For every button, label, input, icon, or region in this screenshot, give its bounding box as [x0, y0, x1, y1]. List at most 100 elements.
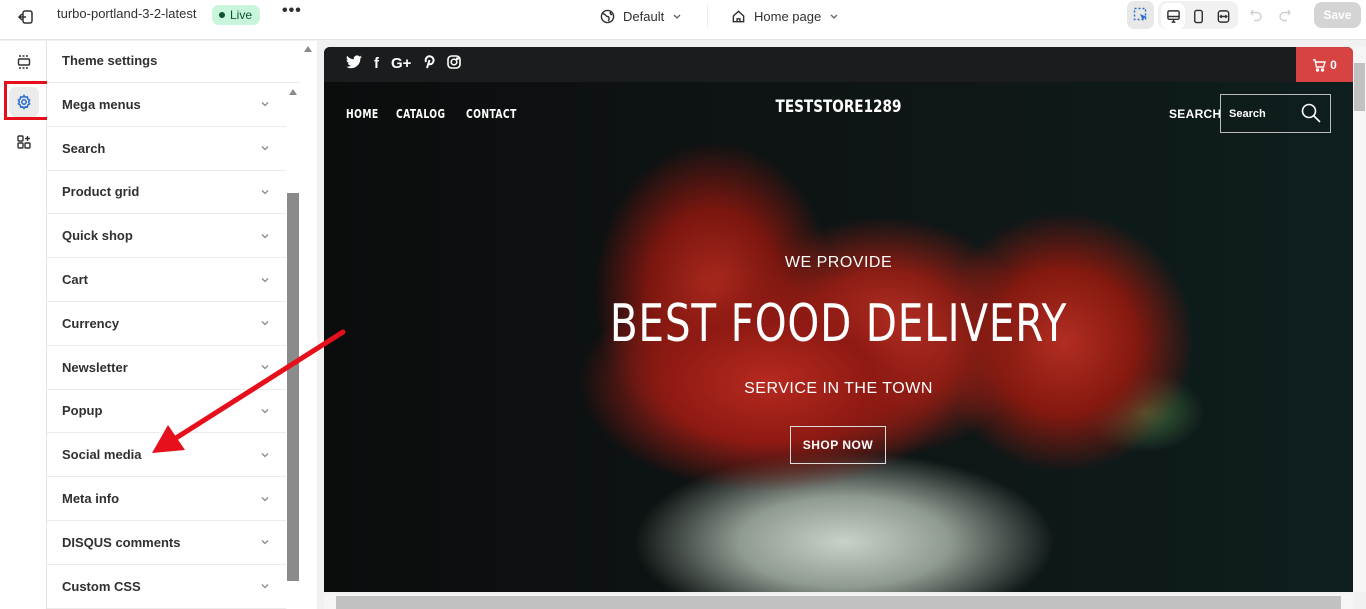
live-dot-icon	[219, 12, 225, 18]
storefront-preview: f G+ 0 HOME CATALOG CONTACT TESTSTORE128…	[324, 47, 1353, 592]
chevron-down-icon	[261, 190, 269, 195]
chevron-down-icon	[261, 277, 269, 282]
storefront-search-box	[1220, 94, 1331, 133]
store-name: turbo-portland-3-2-latest	[57, 6, 197, 21]
desktop-view-button[interactable]	[1161, 3, 1185, 29]
google-plus-icon[interactable]: G+	[391, 55, 411, 73]
chevron-down-icon	[261, 365, 269, 370]
status-badge-label: Live	[230, 8, 253, 22]
scrollbar-thumb[interactable]	[1354, 63, 1365, 111]
redo-icon	[1279, 9, 1291, 22]
accordion-mega-menus[interactable]: Mega menus	[47, 83, 286, 127]
shop-now-button[interactable]: SHOP NOW	[790, 426, 886, 464]
store-logo[interactable]: TESTSTORE1289	[427, 97, 1250, 117]
hero-headline: BEST FOOD DELIVERY	[609, 294, 1068, 354]
sections-button[interactable]	[9, 47, 39, 77]
accordion-label: Custom CSS	[62, 578, 141, 594]
chevron-down-icon	[261, 321, 269, 326]
preview-horizontal-scrollbar[interactable]	[324, 594, 1353, 609]
social-links: f G+	[346, 54, 462, 74]
inspector-select-button[interactable]	[1127, 1, 1154, 29]
twitter-icon[interactable]	[346, 54, 362, 74]
scroll-up-arrow-icon[interactable]	[289, 89, 297, 95]
select-element-icon	[1133, 7, 1147, 21]
mobile-icon	[1193, 9, 1203, 23]
chevron-down-icon	[830, 14, 838, 19]
mobile-view-button[interactable]	[1186, 3, 1210, 29]
accordion-custom-css[interactable]: Custom CSS	[47, 564, 286, 609]
more-actions-button[interactable]: •••	[282, 2, 302, 24]
theme-settings-panel: Theme settings Mega menus Search Product…	[47, 41, 317, 609]
accordion-label: Meta info	[62, 491, 120, 507]
settings-accordion-list: Mega menus Search Product grid Quick sho…	[47, 83, 286, 609]
accordion-label: Newsletter	[62, 359, 128, 375]
accordion-social-media[interactable]: Social media	[47, 433, 286, 478]
accordion-meta-info[interactable]: Meta info	[47, 477, 286, 521]
preview-vertical-scrollbar[interactable]	[1353, 47, 1366, 592]
cart-icon	[1313, 58, 1327, 72]
accordion-label: DISQUS comments	[62, 534, 181, 550]
exit-button[interactable]	[16, 7, 36, 27]
scroll-up-arrow-icon[interactable]	[304, 46, 312, 52]
undo-button[interactable]	[1249, 8, 1263, 22]
search-label: SEARCH	[1169, 107, 1222, 121]
accordion-popup[interactable]: Popup	[47, 389, 286, 434]
search-icon[interactable]	[1301, 103, 1321, 123]
accordion-product-grid[interactable]: Product grid	[47, 170, 286, 215]
instagram-icon[interactable]	[447, 54, 462, 74]
storefront-search-input[interactable]	[1229, 105, 1299, 123]
accordion-label: Search	[62, 140, 106, 156]
accordion-search[interactable]: Search	[47, 126, 286, 171]
redo-button[interactable]	[1278, 8, 1292, 22]
editor-icon-rail	[0, 41, 47, 609]
storefront-preview-frame: f G+ 0 HOME CATALOG CONTACT TESTSTORE128…	[317, 41, 1366, 609]
home-icon	[732, 9, 745, 22]
accordion-cart[interactable]: Cart	[47, 258, 286, 302]
globe-icon	[600, 9, 615, 23]
social-top-bar: f G+ 0	[324, 47, 1353, 82]
accordion-label: Social media	[62, 447, 142, 463]
cart-count: 0	[1330, 57, 1337, 72]
pinterest-icon[interactable]	[423, 54, 436, 74]
accordion-label: Quick shop	[62, 228, 133, 244]
exit-icon	[17, 10, 33, 24]
accordion-disqus-comments[interactable]: DISQUS comments	[47, 520, 286, 565]
chevron-down-icon	[673, 14, 681, 19]
cart-button[interactable]: 0	[1296, 47, 1353, 82]
fullwidth-icon	[1217, 9, 1229, 23]
fullscreen-view-button[interactable]	[1211, 3, 1235, 29]
save-button[interactable]: Save	[1314, 2, 1361, 28]
undo-icon	[1250, 9, 1262, 22]
chevron-down-icon	[261, 146, 269, 151]
divider	[707, 4, 708, 28]
scrollbar-thumb[interactable]	[336, 596, 1341, 609]
accordion-label: Mega menus	[62, 96, 141, 112]
status-badge: Live	[212, 5, 261, 25]
accordion-newsletter[interactable]: Newsletter	[47, 345, 286, 390]
nav-link-home[interactable]: HOME	[346, 107, 379, 121]
apps-plus-icon	[17, 135, 31, 149]
theme-settings-button[interactable]	[9, 87, 39, 117]
chevron-down-icon	[261, 409, 269, 414]
accordion-label: Popup	[62, 403, 103, 419]
accordion-quick-shop[interactable]: Quick shop	[47, 214, 286, 259]
chevron-down-icon	[261, 452, 269, 458]
ellipsis-icon: •••	[282, 2, 302, 19]
page-dropdown[interactable]: Home page	[731, 5, 839, 27]
chevron-down-icon	[261, 584, 269, 589]
theme-dropdown-label: Default	[623, 8, 665, 24]
scrollbar-thumb[interactable]	[287, 193, 299, 581]
theme-dropdown[interactable]: Default	[600, 5, 682, 27]
editor-topbar: turbo-portland-3-2-latest Live ••• Defau…	[0, 0, 1366, 40]
facebook-icon[interactable]: f	[374, 55, 379, 73]
panel-title: Theme settings	[62, 53, 158, 68]
page-dropdown-label: Home page	[754, 8, 822, 24]
sections-icon	[17, 55, 31, 69]
gear-icon	[17, 94, 31, 110]
hero-subline: SERVICE IN THE TOWN	[744, 380, 933, 397]
accordion-currency[interactable]: Currency	[47, 301, 286, 346]
accordion-label: Currency	[62, 315, 120, 331]
chevron-down-icon	[261, 233, 269, 239]
chevron-down-icon	[261, 540, 269, 545]
app-embeds-button[interactable]	[9, 127, 39, 157]
